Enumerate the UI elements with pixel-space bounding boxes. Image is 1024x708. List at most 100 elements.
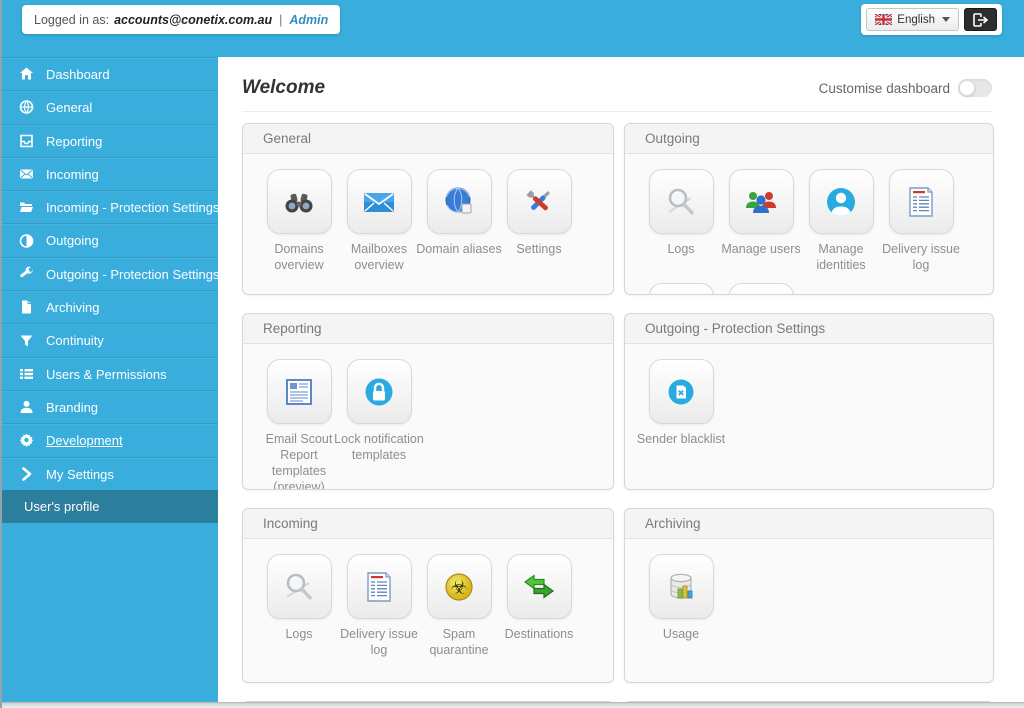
- logged-in-box: Logged in as: accounts@conetix.com.au | …: [22, 5, 341, 34]
- home-icon: [19, 67, 34, 82]
- tile-manage-users[interactable]: Manage users: [721, 169, 801, 273]
- inbox-icon: [19, 133, 34, 148]
- sidebar-item-label: Outgoing: [46, 233, 99, 249]
- language-selector[interactable]: English: [866, 8, 959, 31]
- sidebar-item-reporting[interactable]: Reporting: [2, 123, 218, 157]
- window-bottom-frame: [2, 702, 1024, 708]
- tile-label: Domains overview: [274, 242, 324, 272]
- sidebar-item-label: General: [46, 100, 93, 116]
- svg-text:☣: ☣: [450, 576, 467, 598]
- card-outgoing-protection-settings: Outgoing - Protection Settings Sender bl…: [624, 313, 994, 490]
- sidebar-item-label: Branding: [46, 399, 99, 415]
- tile-label: Lock notification templates: [334, 432, 424, 462]
- tile-sender-blacklist[interactable]: Sender blacklist: [637, 359, 725, 447]
- toggle-knob: [959, 80, 975, 96]
- card-title: Reporting: [243, 314, 613, 344]
- sidebar-item-archiving[interactable]: Archiving: [2, 290, 218, 323]
- sidebar-item-branding[interactable]: Branding: [2, 389, 218, 423]
- topbar-actions: English: [861, 4, 1002, 35]
- sidebar-item-label: Continuity: [46, 333, 104, 349]
- card-archiving: Archiving Usage: [624, 508, 994, 683]
- sidebar-item-label: Users & Permissions: [46, 366, 167, 382]
- database-icon: [661, 567, 701, 607]
- sidebar-item-users-permissions[interactable]: Users & Permissions: [2, 356, 218, 390]
- tile-label: Delivery issue log: [340, 627, 418, 657]
- tile-settings[interactable]: Settings: [499, 169, 579, 273]
- sidebar-item-label: Incoming - Protection Settings: [46, 200, 220, 216]
- tile-incoming-logs[interactable]: Logs: [259, 554, 339, 658]
- language-label: English: [897, 13, 935, 26]
- identity-icon: [821, 182, 861, 222]
- tile-label: Domain aliases: [416, 242, 502, 256]
- tile-lock-notification-templates[interactable]: Lock notification templates: [334, 359, 424, 489]
- binoculars-icon: [279, 182, 319, 222]
- sidebar-item-outgoing-protection[interactable]: Outgoing - Protection Settings: [2, 256, 219, 290]
- tile-usage[interactable]: Usage: [641, 554, 721, 642]
- sidebar: Dashboard General Reporting Incoming Inc…: [2, 57, 220, 702]
- person-icon: [19, 400, 34, 415]
- users-group-icon: [741, 182, 781, 222]
- tile-partial[interactable]: [641, 283, 721, 294]
- sidebar-item-my-settings[interactable]: My Settings: [2, 456, 218, 490]
- admin-role-link[interactable]: Admin: [289, 13, 328, 27]
- envelope-icon: [19, 167, 34, 182]
- customise-dashboard-toggle[interactable]: [958, 79, 992, 97]
- tile-spam-quarantine[interactable]: ☣ Spam quarantine: [419, 554, 499, 658]
- magnifier-icon: [661, 182, 701, 222]
- card-outgoing: Outgoing Logs Manage users Manage identi…: [624, 123, 994, 295]
- tools-icon: [519, 182, 559, 222]
- chevron-down-icon: [942, 17, 950, 22]
- tile-label: Mailboxes overview: [350, 242, 408, 272]
- tile-label: Manage identities: [816, 242, 866, 272]
- tile-destinations[interactable]: Destinations: [499, 554, 579, 658]
- tile-outgoing-logs[interactable]: Logs: [641, 169, 721, 273]
- funnel-icon: [19, 333, 34, 348]
- sidebar-item-users-profile[interactable]: User's profile: [2, 489, 218, 524]
- contrast-icon: [19, 233, 34, 248]
- list-icon: [19, 366, 34, 381]
- tile-label: Settings: [516, 242, 562, 256]
- sidebar-item-label: My Settings: [46, 466, 114, 482]
- mail-icon: [359, 182, 399, 222]
- customise-dashboard-label: Customise dashboard: [818, 80, 950, 96]
- globe-icon: [19, 100, 34, 115]
- sender-blacklist-icon: [661, 372, 701, 412]
- tile-outgoing-delivery-issue-log[interactable]: Delivery issue log: [881, 169, 961, 273]
- magnifier-icon: [279, 567, 319, 607]
- sidebar-item-continuity[interactable]: Continuity: [2, 323, 218, 356]
- tile-incoming-delivery-issue-log[interactable]: Delivery issue log: [339, 554, 419, 658]
- sidebar-item-outgoing[interactable]: Outgoing: [2, 223, 218, 256]
- logout-icon: [972, 12, 989, 27]
- card-title: Outgoing - Protection Settings: [625, 314, 993, 344]
- tile-domain-aliases[interactable]: Domain aliases: [416, 169, 502, 273]
- lock-circle-icon: [359, 372, 399, 412]
- tile-label: Destinations: [504, 627, 574, 641]
- tile-mailboxes-overview[interactable]: Mailboxes overview: [339, 169, 419, 273]
- uk-flag-icon: [875, 14, 893, 25]
- tile-label: Manage users: [721, 242, 801, 256]
- logout-button[interactable]: [964, 8, 997, 31]
- sidebar-item-label: Incoming: [46, 166, 99, 182]
- sidebar-item-incoming-protection[interactable]: Incoming - Protection Settings: [2, 190, 220, 223]
- sidebar-item-label: Archiving: [46, 300, 100, 316]
- biohazard-icon: ☣: [439, 567, 479, 607]
- sidebar-item-label: Reporting: [46, 133, 103, 149]
- sidebar-item-development[interactable]: Development: [2, 423, 218, 456]
- card-title: Archiving: [625, 509, 993, 539]
- tile-label: Logs: [285, 627, 313, 641]
- tile-partial[interactable]: [721, 283, 801, 294]
- tile-domains-overview[interactable]: Domains overview: [259, 169, 339, 273]
- card-title: General: [243, 124, 613, 154]
- tile-manage-identities[interactable]: Manage identities: [801, 169, 881, 273]
- separator: |: [279, 12, 283, 27]
- card-general: General Domains overview Mailboxes overv…: [242, 123, 614, 295]
- sidebar-item-dashboard[interactable]: Dashboard: [2, 57, 218, 90]
- sidebar-item-incoming[interactable]: Incoming: [2, 156, 218, 190]
- sidebar-item-general[interactable]: General: [2, 90, 218, 123]
- tile-label: Usage: [662, 627, 700, 641]
- tile-label: Email Scout Report templates (preview): [265, 432, 333, 490]
- arrows-icon: [519, 567, 559, 607]
- sidebar-item-label: Dashboard: [46, 67, 110, 82]
- doc-list-icon: [901, 182, 941, 222]
- tile-email-scout-report-templates[interactable]: Email Scout Report templates (preview): [259, 359, 339, 489]
